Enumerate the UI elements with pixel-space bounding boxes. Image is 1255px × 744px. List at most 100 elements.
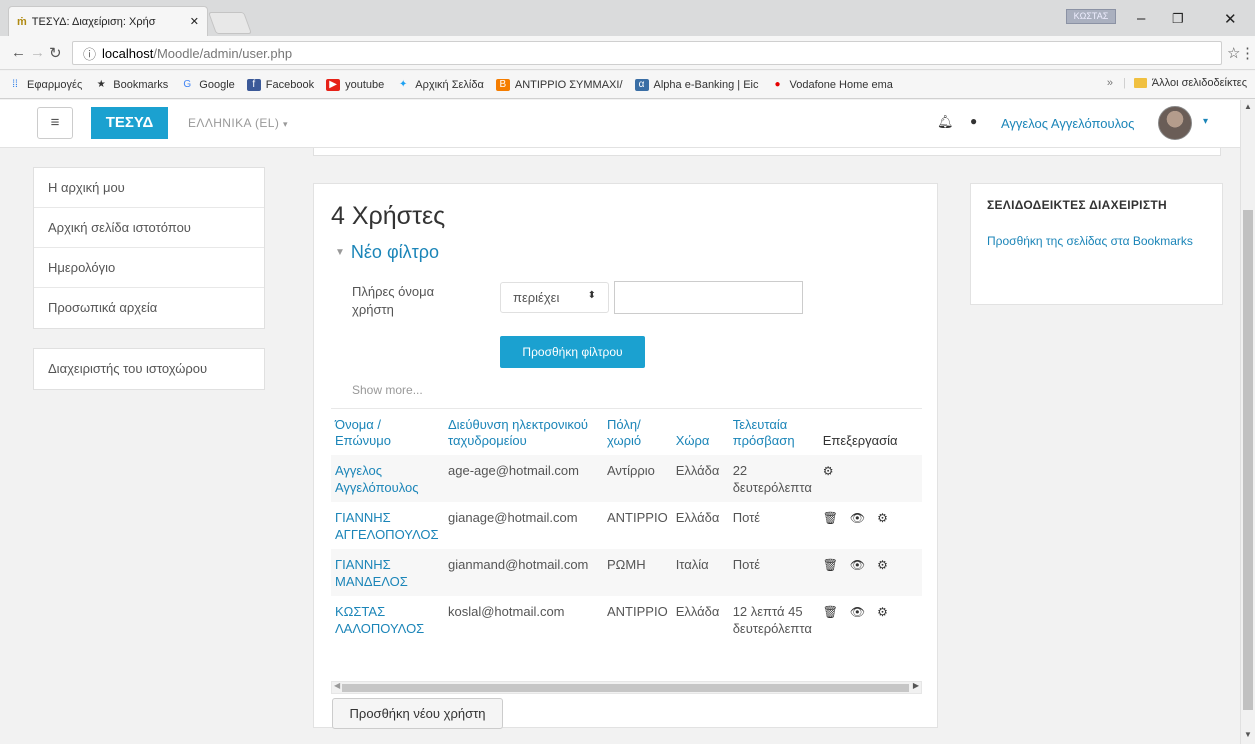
scroll-up-icon[interactable]: ▲: [1244, 102, 1252, 111]
user-menu-chevron-icon[interactable]: ▾: [1203, 116, 1208, 127]
bookmark-item[interactable]: ★ Bookmarks: [94, 79, 169, 91]
add-new-user-button[interactable]: Προσθήκη νέου χρήστη: [332, 698, 503, 729]
table-horizontal-scrollbar[interactable]: ◀ ▶: [331, 681, 922, 694]
nav-item-site-admin[interactable]: Διαχειριστής του ιστοχώρου: [34, 349, 264, 389]
language-menu[interactable]: ΕΛΛΗΝΙΚΑ (EL) ▾: [188, 116, 288, 130]
new-tab-button[interactable]: [207, 12, 253, 34]
filter-value-input[interactable]: [614, 281, 803, 314]
bookmark-item[interactable]: G Google: [180, 79, 234, 91]
bookmark-label: Google: [199, 78, 235, 91]
bookmark-star-icon[interactable]: ☆: [1227, 44, 1240, 62]
user-city: ΑΝΤΙΡΡΙΟ: [607, 510, 668, 525]
minimize-icon[interactable]: –: [1137, 10, 1145, 27]
scroll-down-icon[interactable]: ▼: [1244, 730, 1252, 739]
user-actions: 🗑︎ 👁︎ ⚙: [818, 549, 922, 596]
filter-operator-select[interactable]: περιέχει ⬍: [500, 282, 609, 313]
vodafone-icon: ●: [774, 78, 781, 90]
back-icon[interactable]: ←: [11, 44, 26, 61]
bookmark-item[interactable]: ✦ Αρχική Σελίδα: [396, 79, 484, 91]
bookmark-item[interactable]: α Alpha e-Banking | Eic: [634, 78, 759, 91]
scroll-right-icon[interactable]: ▶: [913, 681, 919, 690]
table-header-row: Όνομα / Επώνυμο Διεύθυνση ηλεκτρονικού τ…: [331, 412, 922, 455]
user-menu-name[interactable]: Αγγελος Αγγελόπουλος: [1001, 116, 1134, 131]
settings-icon[interactable]: ⚙: [877, 604, 888, 621]
address-bar[interactable]: ⓘ localhost/Moodle/admin/user.php: [72, 41, 1222, 65]
reload-icon[interactable]: ↻: [49, 44, 62, 62]
maximize-icon[interactable]: ❐: [1172, 11, 1184, 27]
nav-item-site-home[interactable]: Αρχική σελίδα ιστοτόπου: [34, 208, 264, 248]
url-path: /Moodle/admin/user.php: [153, 45, 293, 61]
add-page-bookmark-link[interactable]: Προσθήκη της σελίδας στα Bookmarks: [987, 232, 1206, 250]
user-name-link[interactable]: ΚΩΣΤΑΣ ΛΑΛΟΠΟΥΛΟΣ: [331, 596, 444, 643]
bookmark-item[interactable]: ⁞⁞ Εφαρμογές: [8, 79, 82, 91]
user-name-link[interactable]: ΓΙΑΝΝΗΣ ΜΑΝΔΕΛΟΣ: [331, 549, 444, 596]
blogger-icon: B: [495, 78, 510, 91]
tab-title: ΤΕΣΥΔ: Διαχείριση: Χρήσ: [31, 15, 156, 28]
show-more-link[interactable]: Show more...: [352, 383, 423, 397]
folder-icon: [1133, 78, 1147, 88]
nav-item-calendar[interactable]: Ημερολόγιο: [34, 248, 264, 288]
bookmark-item[interactable]: f Facebook: [246, 78, 314, 91]
new-filter-toggle[interactable]: ▼ Νέο φίλτρο: [335, 242, 439, 263]
column-header-edit: Επεξεργασία: [822, 433, 898, 448]
scroll-left-icon[interactable]: ◀: [334, 681, 340, 690]
bookmark-label: ΑΝΤΙΡΡΙΟ ΣΥΜΜΑΧΙ/: [514, 78, 623, 91]
google-icon: G: [183, 78, 192, 90]
eye-icon[interactable]: 👁︎: [850, 510, 865, 527]
page-scrollbar[interactable]: ▲ ▼: [1240, 100, 1255, 744]
select-arrows-icon: ⬍: [587, 290, 596, 301]
column-header-last-access[interactable]: Τελευταία πρόσβαση: [729, 412, 819, 455]
delete-icon[interactable]: 🗑︎: [823, 510, 838, 527]
settings-icon[interactable]: ⚙: [877, 557, 888, 574]
notifications-bell-icon[interactable]: 🔔︎: [937, 114, 954, 130]
scrollbar-thumb[interactable]: [1243, 210, 1253, 710]
eye-icon[interactable]: 👁︎: [850, 604, 865, 621]
left-admin-card: Διαχειριστής του ιστοχώρου: [33, 348, 265, 390]
settings-icon[interactable]: ⚙: [823, 463, 834, 480]
user-name-link[interactable]: Αγγελος Αγγελόπουλος: [331, 455, 444, 502]
bookmark-item[interactable]: B ΑΝΤΙΡΡΙΟ ΣΥΜΜΑΧΙ/: [495, 78, 623, 91]
nav-item-dashboard[interactable]: Η αρχική μου: [34, 168, 264, 208]
column-header-city[interactable]: Πόλη/ χωριό: [603, 412, 672, 455]
admin-bookmarks-block: ΣΕΛΙΔΟΔΕΙΚΤΕΣ ΔΙΑΧΕΙΡΙΣΤΗ Προσθήκη της σ…: [970, 183, 1223, 305]
page-title: 4 Χρήστες: [331, 202, 446, 230]
close-window-icon[interactable]: ✕: [1224, 10, 1237, 28]
bookmark-label: youtube: [345, 78, 385, 91]
site-brand[interactable]: ΤΕΣΥΔ: [91, 107, 168, 139]
delete-icon[interactable]: 🗑︎: [823, 604, 838, 621]
user-country: Ελλάδα: [675, 604, 720, 619]
profile-chip[interactable]: ΚΩΣΤΑΣ: [1066, 9, 1116, 24]
column-header-name[interactable]: Όνομα / Επώνυμο: [331, 412, 444, 455]
bookmark-item[interactable]: ● Vodafone Home ema: [771, 78, 892, 91]
user-last-access: 22 δευτερόλεπτα: [728, 455, 819, 502]
bookmark-item[interactable]: ▶ youtube: [326, 78, 385, 91]
add-filter-button[interactable]: Προσθήκη φίλτρου: [500, 336, 645, 368]
forward-icon[interactable]: →: [30, 44, 45, 61]
bookmark-label: Αρχική Σελίδα: [415, 78, 484, 91]
user-actions: 🗑︎ 👁︎ ⚙: [819, 596, 922, 643]
delete-icon[interactable]: 🗑︎: [823, 557, 838, 574]
browser-tab[interactable]: ṁ ΤΕΣΥΔ: Διαχείριση: Χρήσ ✕: [8, 6, 208, 36]
browser-menu-icon[interactable]: ⋮: [1240, 44, 1255, 62]
hamburger-menu-icon[interactable]: ≡: [37, 107, 73, 139]
settings-icon[interactable]: ⚙: [877, 510, 888, 527]
user-last-access: Ποτέ: [728, 549, 819, 596]
nav-item-private-files[interactable]: Προσωπικά αρχεία: [34, 288, 264, 328]
language-label: ΕΛΛΗΝΙΚΑ (EL): [188, 116, 280, 130]
info-icon[interactable]: ⓘ: [83, 44, 96, 63]
messages-icon[interactable]: ●: [970, 114, 977, 128]
column-header-email[interactable]: Διεύθυνση ηλεκτρονικού ταχυδρομείου: [444, 412, 603, 455]
other-bookmarks-button[interactable]: Άλλοι σελιδοδείκτες: [1152, 77, 1247, 89]
column-header-country[interactable]: Χώρα: [672, 412, 729, 455]
avatar[interactable]: [1158, 106, 1192, 140]
user-actions: 🗑︎ 👁︎ ⚙: [819, 502, 922, 549]
table-scrollbar-thumb[interactable]: [342, 684, 909, 692]
close-tab-icon[interactable]: ✕: [190, 15, 199, 28]
eye-icon[interactable]: 👁︎: [850, 557, 865, 574]
filter-field-label: Πλήρες όνομα χρήστη: [352, 284, 435, 317]
bookmark-label: Εφαρμογές: [27, 78, 83, 91]
block-title: ΣΕΛΙΔΟΔΕΙΚΤΕΣ ΔΙΑΧΕΙΡΙΣΤΗ: [987, 198, 1167, 212]
user-name-link[interactable]: ΓΙΑΝΝΗΣ ΑΓΓΕΛΟΠΟΥΛΟΣ: [331, 502, 444, 549]
more-bookmarks-button[interactable]: »: [1107, 77, 1113, 89]
table-row: ΚΩΣΤΑΣ ΛΑΛΟΠΟΥΛΟΣ koslal@hotmail.com ΑΝΤΙΡ…: [331, 596, 922, 643]
